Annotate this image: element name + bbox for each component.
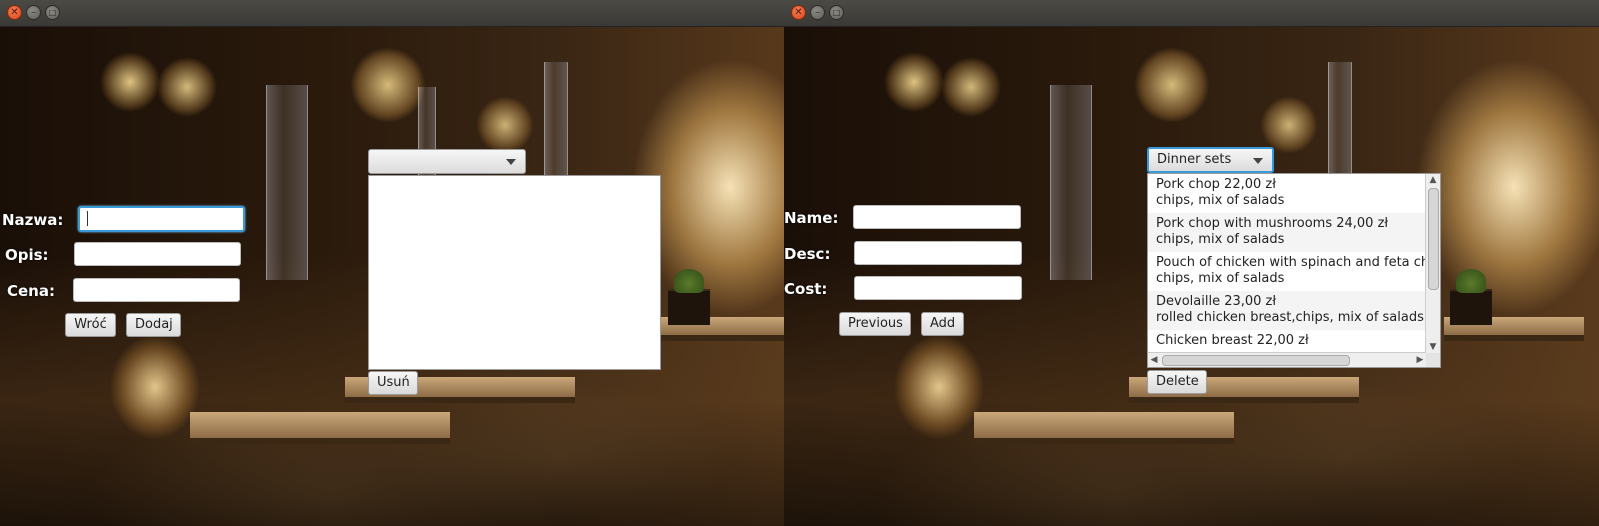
scroll-right-icon[interactable]: ▶	[1414, 353, 1426, 367]
category-select[interactable]: Dinner sets	[1147, 147, 1274, 173]
menu-items-list[interactable]	[368, 175, 661, 370]
item-name-price: Pouch of chicken with spinach and feta c…	[1156, 255, 1429, 270]
cost-label: Cena:	[7, 282, 55, 300]
list-item[interactable]: Pork chop with mushrooms 24,00 zł chips,…	[1148, 213, 1429, 252]
scrollbar-corner	[1426, 353, 1440, 367]
item-name-price: Chicken breast 22,00 zł	[1156, 333, 1309, 348]
cost-input[interactable]	[854, 276, 1022, 300]
scroll-left-icon[interactable]: ◀	[1148, 353, 1160, 367]
app-window-polish: ✕ – □ Nazwa: Opis: Cena: Wróć Dodaj Usuń	[0, 0, 798, 526]
name-label: Name:	[784, 209, 839, 227]
app-window-english: ✕ – □ Name: Desc: Cost: Previous Add Din…	[784, 0, 1599, 526]
window-close-icon[interactable]: ✕	[7, 5, 22, 20]
glass-lamp-decoration	[1050, 85, 1092, 280]
desc-label: Opis:	[5, 246, 49, 264]
scrollbar-thumb[interactable]	[1162, 355, 1350, 366]
name-input[interactable]	[78, 206, 245, 232]
plant-decoration	[1450, 269, 1492, 325]
window-minimize-icon[interactable]: –	[26, 5, 41, 20]
text-caret	[87, 211, 88, 226]
window-minimize-icon[interactable]: –	[810, 5, 825, 20]
item-description: rolled chicken breast,chips, mix of sala…	[1156, 310, 1424, 325]
scrollbar-thumb[interactable]	[1428, 188, 1439, 290]
menu-items-list[interactable]: Pork chop 22,00 zł chips, mix of salads …	[1147, 173, 1441, 368]
back-button[interactable]: Previous	[839, 312, 911, 336]
item-description: chips, mix of salads	[1156, 271, 1285, 286]
desc-label: Desc:	[784, 245, 831, 263]
cost-label: Cost:	[784, 280, 828, 298]
scroll-down-icon[interactable]: ▼	[1426, 341, 1440, 353]
item-description: chips, mix of salads	[1156, 193, 1285, 208]
back-button[interactable]: Wróć	[65, 313, 116, 337]
delete-button[interactable]: Usuń	[368, 371, 418, 395]
category-selected-label: Dinner sets	[1157, 152, 1232, 167]
cost-input[interactable]	[73, 278, 240, 302]
vertical-scrollbar[interactable]: ▲ ▼	[1425, 174, 1440, 353]
glass-lamp-decoration	[1328, 62, 1352, 182]
add-button[interactable]: Add	[921, 312, 964, 336]
window-titlebar[interactable]: ✕ – □	[0, 0, 798, 27]
delete-button[interactable]: Delete	[1147, 370, 1207, 394]
horizontal-scrollbar[interactable]: ◀ ▶	[1148, 352, 1426, 367]
list-item[interactable]: Pouch of chicken with spinach and feta c…	[1148, 252, 1429, 291]
window-maximize-icon[interactable]: □	[45, 5, 60, 20]
scroll-up-icon[interactable]: ▲	[1426, 174, 1440, 186]
glass-lamp-decoration	[544, 62, 568, 182]
list-item[interactable]: Pork chop 22,00 zł chips, mix of salads	[1148, 174, 1429, 213]
glass-lamp-decoration	[266, 85, 308, 280]
chevron-down-icon	[506, 159, 516, 165]
item-name-price: Pork chop with mushrooms 24,00 zł	[1156, 216, 1389, 231]
desc-input[interactable]	[74, 242, 241, 266]
category-select[interactable]	[368, 149, 526, 174]
item-description: chips, mix of salads	[1156, 232, 1285, 247]
add-button[interactable]: Dodaj	[126, 313, 181, 337]
window-titlebar[interactable]: ✕ – □	[784, 0, 1599, 27]
list-item[interactable]: Devolaille 23,00 zł rolled chicken breas…	[1148, 291, 1429, 330]
name-label: Nazwa:	[2, 211, 64, 229]
window-close-icon[interactable]: ✕	[791, 5, 806, 20]
item-name-price: Devolaille 23,00 zł	[1156, 294, 1277, 309]
chevron-down-icon	[1253, 158, 1263, 164]
table-decoration	[974, 412, 1234, 444]
name-input[interactable]	[853, 205, 1021, 229]
desc-input[interactable]	[854, 241, 1022, 265]
table-decoration	[190, 412, 450, 444]
window-maximize-icon[interactable]: □	[829, 5, 844, 20]
item-name-price: Pork chop 22,00 zł	[1156, 177, 1276, 192]
plant-decoration	[668, 269, 710, 325]
